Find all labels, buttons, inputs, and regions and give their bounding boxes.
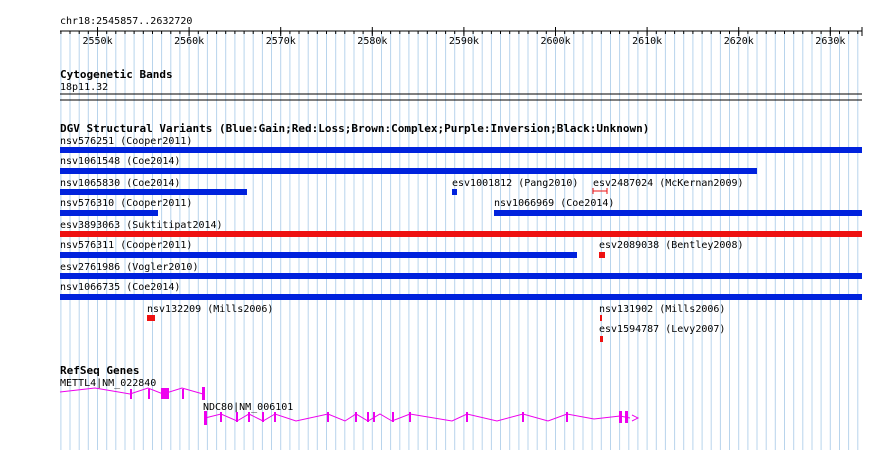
dgv-feature[interactable]: nsv576310 (Cooper2011) xyxy=(60,198,192,216)
dgv-feature-label: esv1001812 (Pang2010) xyxy=(452,178,578,189)
dgv-feature-bar[interactable] xyxy=(60,189,247,195)
gene-exon[interactable] xyxy=(373,412,375,422)
ruler-tick-label: 2620k xyxy=(724,36,754,47)
ruler-tick-label: 2590k xyxy=(449,36,479,47)
genome-browser-view: chr18:2545857..2632720 2550k 2560k 2570k 25… xyxy=(59,16,863,450)
dgv-feature[interactable]: nsv1066735 (Coe2014) xyxy=(60,282,862,300)
ruler-tick-label: 2570k xyxy=(266,36,296,47)
gene-exon[interactable] xyxy=(409,412,411,422)
dgv-feature-bar[interactable] xyxy=(600,315,602,321)
gene-exon[interactable] xyxy=(566,412,568,422)
gene-exon[interactable] xyxy=(367,412,369,422)
gene-exon[interactable] xyxy=(248,412,250,422)
gene-ndc80[interactable]: NDC80|NM_006101 xyxy=(203,402,640,425)
dgv-feature-label: esv2089038 (Bentley2008) xyxy=(599,240,744,251)
dgv-feature[interactable]: esv2089038 (Bentley2008) xyxy=(599,240,744,258)
dgv-feature-label: nsv1061548 (Coe2014) xyxy=(60,156,180,167)
dgv-feature-bar[interactable] xyxy=(494,210,862,216)
dgv-feature-label: nsv1066969 (Coe2014) xyxy=(494,198,614,209)
gene-exon[interactable] xyxy=(130,389,132,399)
gene-mettl4[interactable]: METTL4|NM_022840 xyxy=(59,378,205,400)
refseq-title: RefSeq Genes xyxy=(60,364,139,377)
ruler-tick-label: 2630k xyxy=(815,36,845,47)
dgv-feature-bar[interactable] xyxy=(60,210,158,216)
dgv-feature-label: esv2761986 (Vogler2010) xyxy=(60,262,198,273)
dgv-feature[interactable]: esv1594787 (Levy2007) xyxy=(599,324,725,342)
ruler-ticks: 2550k 2560k 2570k 2580k 2590k 2600k 2610k 2620k… xyxy=(60,27,863,47)
cytoband-title: Cytogenetic Bands xyxy=(60,68,173,81)
gene-exon[interactable] xyxy=(204,411,207,425)
dgv-feature-label: nsv576311 (Cooper2011) xyxy=(60,240,192,251)
dgv-feature-bar[interactable] xyxy=(60,294,862,300)
dgv-feature[interactable]: esv3893063 (Suktitipat2014) xyxy=(60,220,862,237)
dgv-feature[interactable]: esv2487024 (McKernan2009) xyxy=(592,178,744,194)
dgv-feature-label: esv2487024 (McKernan2009) xyxy=(593,178,744,189)
ruler-location: chr18:2545857..2632720 xyxy=(60,16,192,27)
ruler-track: chr18:2545857..2632720 2550k 2560k 2570k 25… xyxy=(60,16,863,47)
dgv-feature-label: nsv1065830 (Coe2014) xyxy=(60,178,180,189)
gene-exon[interactable] xyxy=(220,412,222,422)
ruler-tick-label: 2600k xyxy=(541,36,571,47)
refseq-track: RefSeq Genes METTL4|NM_022840 NDC80|NM_0… xyxy=(59,364,640,425)
dgv-feature-label: esv3893063 (Suktitipat2014) xyxy=(60,220,223,231)
dgv-feature-bar[interactable] xyxy=(60,147,862,153)
ruler-tick-label: 2560k xyxy=(174,36,204,47)
gene-exon[interactable] xyxy=(327,412,329,422)
ruler-tick-label: 2610k xyxy=(632,36,662,47)
gene-exon[interactable] xyxy=(355,412,357,422)
cytoband-label: 18p11.32 xyxy=(60,82,108,93)
gene-exon[interactable] xyxy=(274,412,276,422)
dgv-feature-bar[interactable] xyxy=(60,273,862,279)
dgv-feature-label: esv1594787 (Levy2007) xyxy=(599,324,725,335)
dgv-feature-bar[interactable] xyxy=(147,315,155,321)
gene-exon[interactable] xyxy=(625,411,628,423)
dgv-feature-bar[interactable] xyxy=(60,168,757,174)
gene-exon[interactable] xyxy=(392,412,394,422)
gene-exon[interactable] xyxy=(466,412,468,422)
gene-exon[interactable] xyxy=(161,388,169,399)
gene-exon[interactable] xyxy=(522,412,524,422)
gene-exon[interactable] xyxy=(236,412,238,422)
dgv-feature-bar[interactable] xyxy=(60,231,862,237)
dgv-feature[interactable]: nsv132209 (Mills2006) xyxy=(147,304,273,321)
dgv-feature-label: nsv131902 (Mills2006) xyxy=(599,304,725,315)
dgv-feature-bar[interactable] xyxy=(452,189,457,195)
gene-exon[interactable] xyxy=(619,411,622,423)
dgv-feature[interactable]: nsv576251 (Cooper2011) xyxy=(60,136,862,153)
dgv-feature[interactable]: nsv576311 (Cooper2011) xyxy=(60,240,577,258)
dgv-feature-bar[interactable] xyxy=(599,252,605,258)
dgv-feature[interactable]: nsv1065830 (Coe2014) xyxy=(60,178,247,195)
dgv-title: DGV Structural Variants (Blue:Gain;Red:L… xyxy=(60,122,649,135)
gene-exon[interactable] xyxy=(182,389,184,399)
strand-arrow xyxy=(631,414,640,422)
dgv-feature[interactable]: esv1001812 (Pang2010) xyxy=(452,178,578,195)
dgv-feature-label: nsv132209 (Mills2006) xyxy=(147,304,273,315)
gene-exon[interactable] xyxy=(202,387,205,400)
dgv-feature-label: nsv576251 (Cooper2011) xyxy=(60,136,192,147)
gene-exon[interactable] xyxy=(262,412,264,422)
ruler-tick-label: 2550k xyxy=(83,36,113,47)
ruler-tick-label: 2580k xyxy=(357,36,387,47)
gene-label: METTL4|NM_022840 xyxy=(60,378,156,389)
dgv-feature-bar[interactable] xyxy=(600,336,603,342)
gene-exon[interactable] xyxy=(148,389,150,399)
dgv-feature-label: nsv1066735 (Coe2014) xyxy=(60,282,180,293)
dgv-feature-label: nsv576310 (Cooper2011) xyxy=(60,198,192,209)
dgv-feature[interactable]: nsv1066969 (Coe2014) xyxy=(494,198,862,216)
dgv-feature[interactable]: nsv131902 (Mills2006) xyxy=(599,304,725,321)
gene-label: NDC80|NM_006101 xyxy=(203,402,293,413)
dgv-feature-bar[interactable] xyxy=(60,252,577,258)
dgv-feature[interactable]: esv2761986 (Vogler2010) xyxy=(60,262,862,279)
